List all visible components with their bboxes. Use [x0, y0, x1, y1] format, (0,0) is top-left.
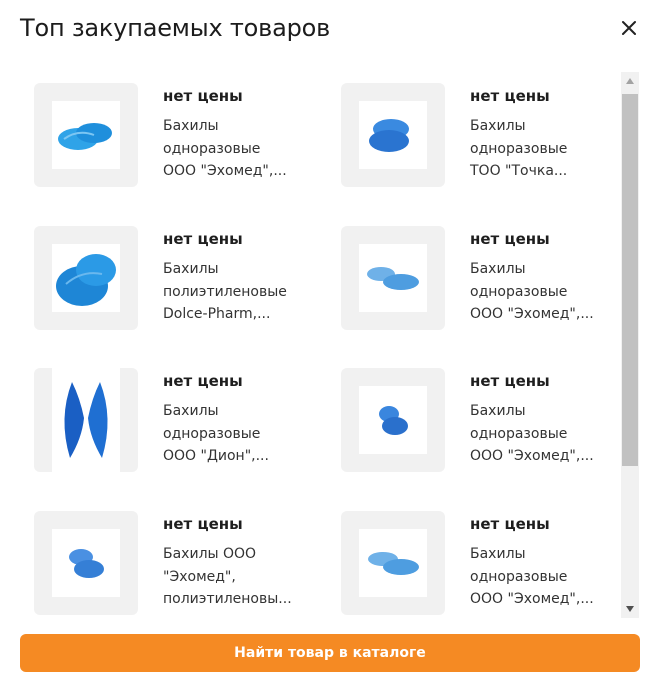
product-thumbnail[interactable] [34, 511, 138, 615]
product-thumbnail[interactable] [341, 226, 445, 330]
product-thumbnail[interactable] [34, 226, 138, 330]
product-list[interactable]: нет цены Бахилы одноразовые ООО "Эхомед"… [34, 83, 619, 620]
scrollbar-thumb[interactable] [622, 94, 638, 466]
close-button[interactable] [615, 16, 643, 44]
product-name[interactable]: Бахилы ООО "Эхомед", полиэтиленовы... [163, 543, 313, 611]
shoe-covers-image [369, 119, 409, 152]
product-thumbnail[interactable] [341, 368, 445, 472]
product-card[interactable]: нет цены Бахилы одноразовые ТОО "Точка..… [341, 83, 619, 193]
product-name[interactable]: Бахилы полиэтиленовые Dolce-Pharm,... [163, 258, 313, 326]
product-name[interactable]: Бахилы одноразовые ООО "Эхомед",... [470, 258, 619, 326]
caret-down-icon[interactable] [626, 606, 634, 612]
close-icon[interactable] [621, 20, 637, 40]
shoe-covers-image [64, 382, 108, 458]
product-price: нет цены [163, 230, 243, 248]
scroll-up-button[interactable] [621, 72, 639, 90]
product-card[interactable]: нет цены Бахилы одноразовые ООО "Эхомед"… [341, 226, 619, 336]
scroll-down-button[interactable] [621, 600, 639, 618]
product-price: нет цены [470, 515, 550, 533]
product-thumbnail[interactable] [341, 83, 445, 187]
shoe-covers-image [368, 552, 419, 575]
product-thumbnail[interactable] [34, 83, 138, 187]
product-card[interactable]: нет цены Бахилы ООО "Эхомед", полиэтилен… [34, 511, 314, 620]
shoe-covers-image [367, 267, 419, 290]
shoe-covers-image [56, 254, 116, 306]
product-price: нет цены [163, 87, 243, 105]
caret-up-icon[interactable] [626, 78, 634, 84]
product-price: нет цены [470, 87, 550, 105]
product-card[interactable]: нет цены Бахилы одноразовые ООО "Эхомед"… [341, 368, 619, 478]
product-card[interactable]: нет цены Бахилы одноразовые ООО "Эхомед"… [341, 511, 619, 620]
product-card[interactable]: нет цены Бахилы одноразовые ООО "Эхомед"… [34, 83, 314, 193]
product-price: нет цены [163, 372, 243, 390]
product-name[interactable]: Бахилы одноразовые ООО "Эхомед",... [163, 115, 313, 183]
find-in-catalog-button[interactable]: Найти товар в каталоге [20, 634, 640, 672]
product-card[interactable]: нет цены Бахилы одноразовые ООО "Дион",.… [34, 368, 314, 478]
dialog-title: Топ закупаемых товаров [20, 14, 331, 42]
product-thumbnail[interactable] [34, 368, 138, 472]
scrollbar[interactable] [621, 72, 639, 618]
product-price: нет цены [470, 372, 550, 390]
product-name[interactable]: Бахилы одноразовые ТОО "Точка... [470, 115, 619, 183]
shoe-covers-image [58, 123, 112, 150]
product-name[interactable]: Бахилы одноразовые ООО "Эхомед",... [470, 400, 619, 468]
shoe-covers-image [379, 406, 408, 435]
product-name[interactable]: Бахилы одноразовые ООО "Дион",... [163, 400, 313, 468]
product-price: нет цены [470, 230, 550, 248]
product-card[interactable]: нет цены Бахилы полиэтиленовые Dolce-Pha… [34, 226, 314, 336]
product-name[interactable]: Бахилы одноразовые ООО "Эхомед",... [470, 543, 619, 611]
product-thumbnail[interactable] [341, 511, 445, 615]
product-price: нет цены [163, 515, 243, 533]
shoe-covers-image [69, 549, 104, 578]
